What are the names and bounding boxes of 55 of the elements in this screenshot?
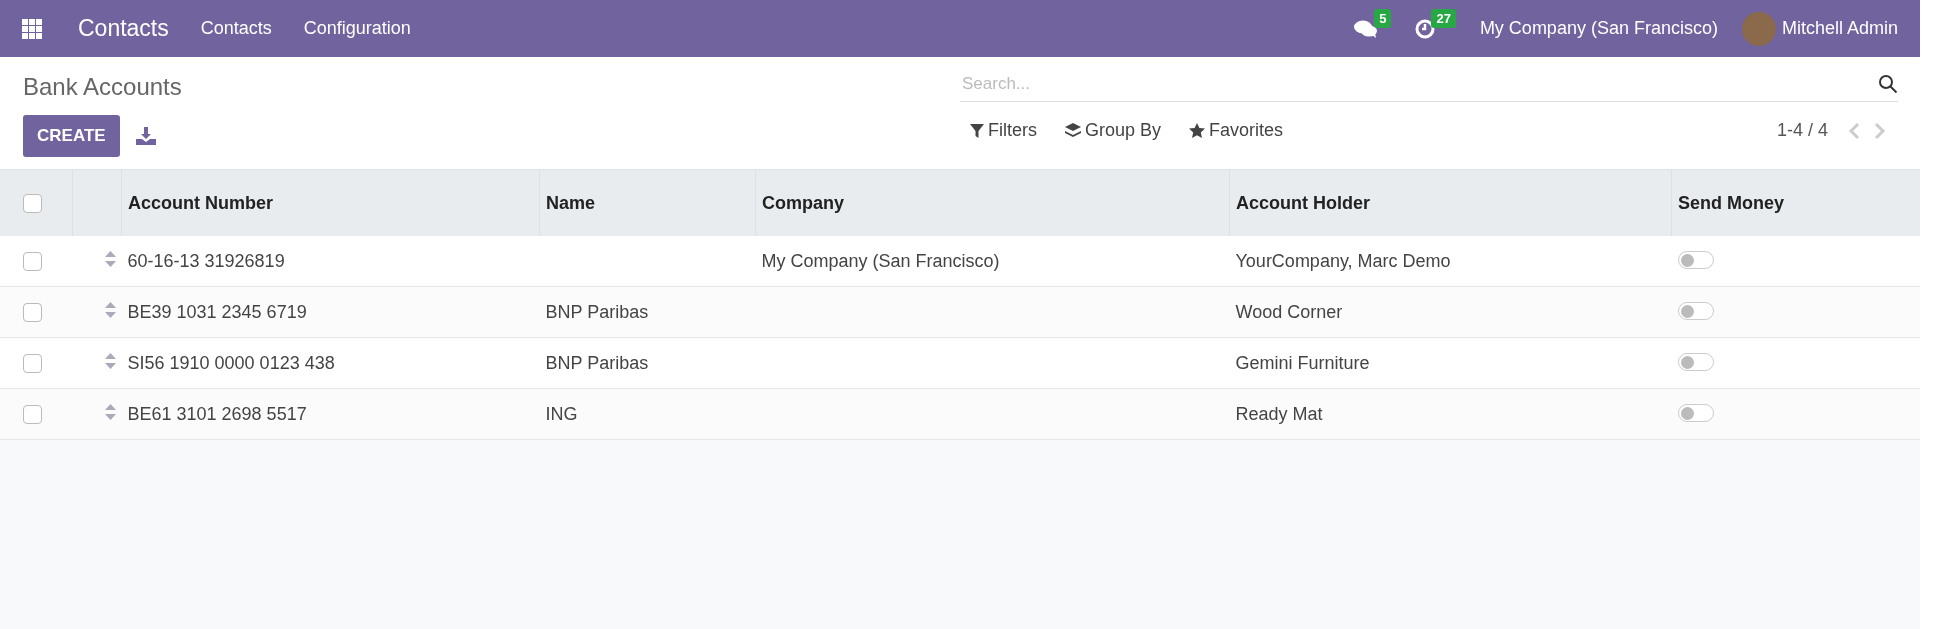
clock-icon[interactable] bbox=[1415, 18, 1436, 39]
toggle-switch[interactable] bbox=[1677, 353, 1714, 371]
table-cell: YourCompany, Marc Demo bbox=[1229, 236, 1672, 287]
activity-count-badge: 27 bbox=[1431, 8, 1456, 28]
table-cell: Gemini Furniture bbox=[1229, 337, 1672, 389]
row-checkbox[interactable] bbox=[23, 252, 42, 272]
chat-icon[interactable] bbox=[1354, 18, 1379, 39]
star-icon bbox=[1189, 122, 1206, 139]
table-cell: Wood Corner bbox=[1229, 286, 1672, 338]
drag-handle-icon[interactable] bbox=[104, 301, 116, 318]
row-checkbox[interactable] bbox=[23, 405, 42, 425]
drag-handle-icon[interactable] bbox=[104, 352, 116, 369]
table-cell: BE61 3101 2698 5517 bbox=[121, 388, 540, 440]
row-checkbox[interactable] bbox=[23, 354, 42, 374]
table-cell: Ready Mat bbox=[1229, 388, 1672, 440]
filter-icon bbox=[970, 123, 984, 138]
user-menu[interactable]: Mitchell Admin bbox=[1781, 18, 1898, 39]
company-switcher[interactable]: My Company (San Francisco) bbox=[1479, 18, 1718, 39]
column-header[interactable]: Account Holder bbox=[1229, 170, 1672, 236]
chevron-left-icon[interactable] bbox=[1848, 121, 1860, 140]
drag-handle-icon[interactable] bbox=[104, 403, 116, 420]
column-header[interactable]: Company bbox=[755, 170, 1230, 236]
download-icon[interactable] bbox=[135, 127, 156, 145]
menu-item[interactable]: Configuration bbox=[303, 18, 411, 39]
column-header[interactable]: Send Money bbox=[1671, 170, 1920, 236]
chevron-right-icon[interactable] bbox=[1874, 121, 1886, 140]
page-title: Bank Accounts bbox=[23, 73, 183, 101]
column-header[interactable]: Account Number bbox=[121, 170, 540, 236]
pager-value: 1-4 / 4 bbox=[1776, 120, 1828, 141]
filter-menu-button[interactable]: Filters bbox=[960, 120, 1051, 141]
create-button[interactable]: CREATE bbox=[23, 115, 120, 157]
filter-menu-button[interactable]: Group By bbox=[1051, 120, 1176, 141]
toggle-switch[interactable] bbox=[1677, 302, 1714, 320]
filter-menu-button[interactable]: Favorites bbox=[1175, 120, 1298, 141]
search-field[interactable]: Search... bbox=[960, 73, 1878, 95]
row-checkbox[interactable] bbox=[23, 303, 42, 323]
user-avatar bbox=[1741, 11, 1776, 46]
layers-icon bbox=[1065, 122, 1081, 139]
toggle-switch[interactable] bbox=[1677, 404, 1714, 422]
table-cell: My Company (San Francisco) bbox=[755, 236, 1230, 287]
table-cell: BE39 1031 2345 6719 bbox=[121, 286, 540, 338]
apps-grid-icon[interactable] bbox=[22, 18, 42, 39]
menu-item[interactable]: Contacts bbox=[200, 18, 272, 39]
column-header[interactable]: Name bbox=[539, 170, 756, 236]
drag-handle-icon[interactable] bbox=[104, 250, 116, 267]
table-cell: 60-16-13 31926819 bbox=[121, 236, 540, 287]
app-title: Contacts bbox=[78, 15, 169, 42]
message-count-badge: 5 bbox=[1374, 8, 1392, 28]
table-cell: BNP Paribas bbox=[539, 337, 756, 389]
table-cell: ING bbox=[539, 388, 756, 440]
select-all-checkbox[interactable] bbox=[23, 194, 42, 214]
table-cell: SI56 1910 0000 0123 438 bbox=[121, 337, 540, 389]
search-icon[interactable] bbox=[1878, 74, 1898, 94]
table-cell: BNP Paribas bbox=[539, 286, 756, 338]
toggle-switch[interactable] bbox=[1677, 251, 1714, 269]
